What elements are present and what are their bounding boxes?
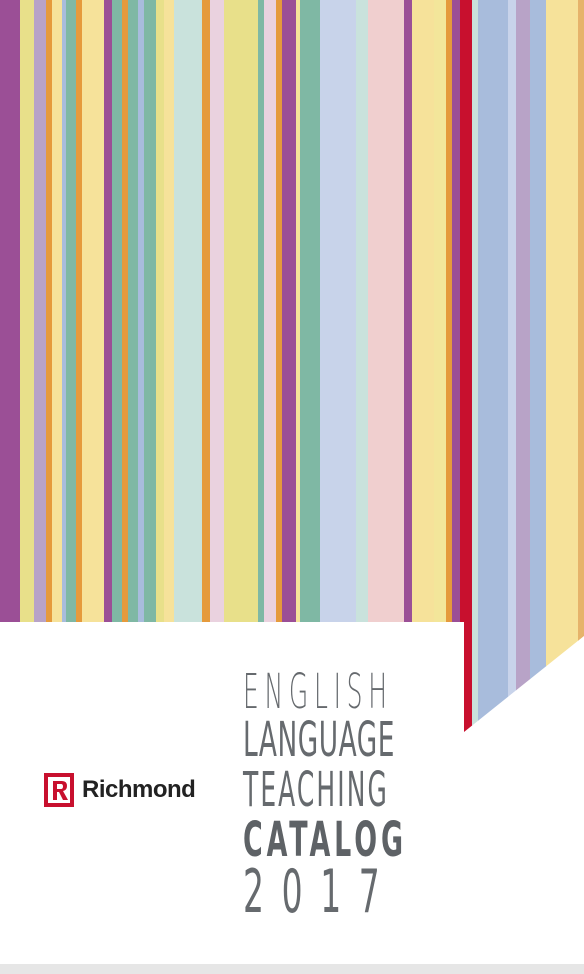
stripe: [122, 0, 129, 732]
stripe: [434, 0, 447, 732]
stripe: [104, 0, 113, 732]
title-line-year: 2017: [243, 857, 398, 927]
stripe: [452, 0, 461, 732]
stripe: [138, 0, 145, 732]
title-line-teaching: TEACHING: [243, 762, 389, 818]
title-line-language: LANGUAGE: [243, 712, 396, 768]
stripe: [156, 0, 165, 732]
stripe: [174, 0, 203, 732]
stripe: [34, 0, 47, 732]
stripe: [578, 0, 584, 732]
brand-name: Richmond: [82, 776, 196, 803]
stripe: [530, 0, 547, 732]
stripe: [202, 0, 211, 732]
stripe: [144, 0, 157, 732]
catalog-cover: Richmond ENGLISH LANGUAGE TEACHING CATAL…: [0, 0, 584, 974]
stripe: [62, 0, 67, 732]
stripe: [210, 0, 225, 732]
stripe: [76, 0, 83, 732]
stripe: [52, 0, 63, 732]
bottom-edge-band: [0, 964, 584, 974]
stripe: [128, 0, 139, 732]
richmond-r-icon: [44, 773, 74, 807]
stripe: [412, 0, 435, 732]
stripe: [446, 0, 453, 732]
stripe: [20, 0, 35, 732]
stripe: [0, 0, 21, 732]
stripe: [546, 0, 579, 732]
stripe: [112, 0, 123, 732]
stripe: [472, 0, 479, 732]
stripe: [82, 0, 105, 732]
richmond-logo: Richmond: [44, 772, 196, 808]
stripe: [478, 0, 509, 732]
stripe: [164, 0, 175, 732]
stripe: [516, 0, 531, 732]
stripe: [508, 0, 517, 732]
stripe: [460, 0, 473, 732]
stripe: [46, 0, 53, 732]
stripe: [66, 0, 77, 732]
title-line-english: ENGLISH: [243, 664, 393, 720]
